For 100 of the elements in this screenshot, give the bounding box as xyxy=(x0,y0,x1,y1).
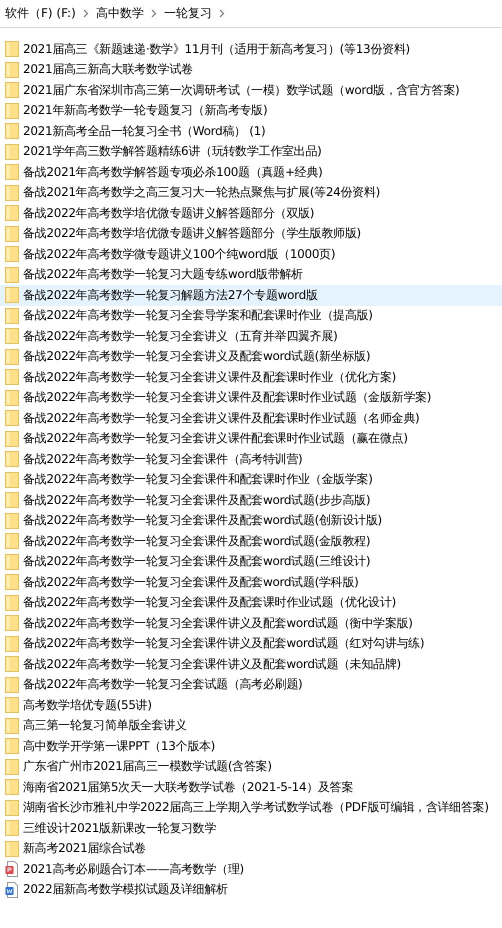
file-row[interactable]: 备战2022年高考数学微专题讲义100个纯word版（1000页) xyxy=(0,244,502,264)
file-row[interactable]: 2021年新高考数学一轮专题复习（新高考专版) xyxy=(0,100,502,121)
breadcrumb-item[interactable]: 高中数学 xyxy=(92,5,147,22)
chevron-icon[interactable] xyxy=(150,9,157,18)
file-row[interactable]: 广东省广州市2021届高三一模数学试题(含答案) xyxy=(0,756,502,777)
file-name: 2021年新高考数学一轮专题复习（新高考专版) xyxy=(23,102,268,120)
file-row[interactable]: 备战2022年高考数学一轮复习全套课件及配套word试题(创新设计版) xyxy=(0,510,502,531)
folder-icon xyxy=(5,574,19,590)
file-name: 备战2022年高考数学一轮复习全套课件和配套课时作业（金版学案) xyxy=(23,471,373,488)
file-row[interactable]: 2021届高三《新题速递·数学》11月刊（适用于新高考复习）(等13份资料) xyxy=(0,39,502,60)
file-row[interactable]: 备战2022年高考数学一轮复习全套课件讲义及配套word试题（未知品牌) xyxy=(0,654,502,674)
folder-icon xyxy=(5,840,19,857)
file-name: 备战2022年高考数学一轮复习全套课件讲义及配套word试题（未知品牌) xyxy=(23,656,401,673)
file-name: 备战2022年高考数学一轮复习全套课件（高考特训营) xyxy=(23,450,302,468)
file-row[interactable]: 高中数学开学第一课PPT（13个版本) xyxy=(0,736,502,756)
file-row[interactable]: 备战2022年高考数学培优微专题讲义解答题部分（双版) xyxy=(0,203,502,224)
folder-icon xyxy=(5,226,19,242)
file-name: 备战2022年高考数学一轮复习全套导学案和配套课时作业（提高版) xyxy=(23,307,373,324)
folder-icon xyxy=(5,676,19,693)
file-name: 备战2022年高考数学一轮复习全套试题（高考必刷题) xyxy=(23,676,302,694)
file-row[interactable]: 备战2022年高考数学一轮复习全套课件讲义及配套word试题（红对勾讲与练) xyxy=(0,634,502,654)
file-row[interactable]: 备战2022年高考数学一轮复习全套讲义课件及配套课时作业试题（名师金典) xyxy=(0,408,502,428)
pdf-document-icon xyxy=(5,861,19,878)
file-row[interactable]: 备战2022年高考数学一轮复习全套课件及配套word试题(步步高版) xyxy=(0,490,502,510)
file-name: 备战2022年高考数学一轮复习全套课件及配套课时作业试题（优化设计) xyxy=(23,594,396,612)
file-row[interactable]: 新高考2021届综合试卷 xyxy=(0,838,502,859)
file-row[interactable]: 备战2022年高考数学一轮复习全套讲义（五育并举四翼齐展) xyxy=(0,326,502,346)
folder-icon xyxy=(5,348,19,365)
file-row[interactable]: 备战2022年高考数学一轮复习全套课件及配套word试题(学科版) xyxy=(0,572,502,592)
file-row[interactable]: 备战2022年高考数学一轮复习全套课件和配套课时作业（金版学案) xyxy=(0,470,502,490)
file-row[interactable]: 海南省2021届第5次天一大联考数学试卷（2021-5-14）及答案 xyxy=(0,777,502,798)
file-row[interactable]: 备战2022年高考数学一轮复习全套讲义课件配套课时作业试题（赢在微点) xyxy=(0,428,502,449)
file-row[interactable]: 备战2022年高考数学一轮复习全套讲义课件及配套课时作业试题（金版新学案) xyxy=(0,388,502,408)
file-row[interactable]: 备战2022年高考数学一轮复习全套课件及配套课时作业试题（优化设计) xyxy=(0,592,502,613)
breadcrumb-item[interactable]: 一轮复习 xyxy=(160,5,215,22)
file-row[interactable]: 2021学年高三数学解答题精练6讲（玩转数学工作室出品) xyxy=(0,142,502,162)
folder-icon xyxy=(5,308,19,324)
folder-icon xyxy=(5,328,19,344)
selected-file-row[interactable]: 备战2022年高考数学一轮复习解题方法27个专题word版 xyxy=(0,285,502,306)
file-row[interactable]: 备战2022年高考数学一轮复习大题专练word版带解析 xyxy=(0,264,502,285)
file-row[interactable]: 备战2022年高考数学一轮复习全套讲义及配套word试题(新坐标版) xyxy=(0,346,502,367)
file-name: 备战2022年高考数学一轮复习全套课件及配套word试题(三维设计) xyxy=(23,553,370,570)
file-row[interactable]: 2021届高三新高大联考数学试卷 xyxy=(0,60,502,80)
file-name: 备战2022年高考数学一轮复习全套讲义课件及配套课时作业试题（金版新学案) xyxy=(23,389,432,406)
file-name: 备战2022年高考数学一轮复习大题专练word版带解析 xyxy=(23,266,303,284)
file-row[interactable]: 2022届新高考数学模拟试题及详细解析 xyxy=(0,880,502,900)
file-name: 2021届高三新高大联考数学试卷 xyxy=(23,61,193,78)
file-name: 备战2022年高考数学一轮复习全套课件及配套word试题(步步高版) xyxy=(23,492,370,509)
file-row[interactable]: 高三第一轮复习简单版全套讲义 xyxy=(0,716,502,736)
folder-icon xyxy=(5,758,19,775)
file-name: 2021学年高三数学解答题精练6讲（玩转数学工作室出品) xyxy=(23,143,322,160)
folder-icon xyxy=(5,144,19,160)
file-row[interactable]: 湖南省长沙市雅礼中学2022届高三上学期入学考试数学试卷（PDF版可编辑，含详细答案) xyxy=(0,798,502,818)
folder-icon xyxy=(5,62,19,78)
folder-icon xyxy=(5,82,19,98)
folder-icon xyxy=(5,738,19,754)
file-name: 2021届高三《新题速递·数学》11月刊（适用于新高考复习）(等13份资料) xyxy=(23,40,410,58)
file-name: 备战2022年高考数学一轮复习全套讲义课件配套课时作业试题（赢在微点) xyxy=(23,430,408,448)
file-name: 备战2022年高考数学一轮复习解题方法27个专题word版 xyxy=(23,286,318,304)
file-row[interactable]: 备战2022年高考数学一轮复习全套课件及配套word试题(金版教程) xyxy=(0,531,502,552)
file-row[interactable]: 备战2022年高考数学一轮复习全套课件讲义及配套word试题（衡中学案版) xyxy=(0,613,502,634)
file-row[interactable]: 备战2022年高考数学一轮复习全套讲义课件及配套课时作业（优化方案) xyxy=(0,367,502,388)
folder-icon xyxy=(5,472,19,488)
file-name: 广东省广州市2021届高三一模数学试题(含答案) xyxy=(23,758,272,776)
folder-icon xyxy=(5,205,19,222)
file-name: 备战2022年高考数学一轮复习全套讲义（五育并举四翼齐展) xyxy=(23,328,338,345)
folder-icon xyxy=(5,184,19,201)
folder-icon xyxy=(5,779,19,796)
file-name: 备战2022年高考数学一轮复习全套讲义课件及配套课时作业试题（名师金典) xyxy=(23,410,420,427)
file-row[interactable]: 三维设计2021版新课改一轮复习数学 xyxy=(0,818,502,838)
file-name: 海南省2021届第5次天一大联考数学试卷（2021-5-14）及答案 xyxy=(23,778,354,796)
file-name: 三维设计2021版新课改一轮复习数学 xyxy=(23,820,216,837)
folder-icon xyxy=(5,164,19,180)
folder-icon xyxy=(5,390,19,406)
file-row[interactable]: 备战2022年高考数学培优微专题讲义解答题部分（学生版教师版) xyxy=(0,224,502,244)
folder-icon xyxy=(5,246,19,262)
file-row[interactable]: 2021高考必刷题合订本——高考数学（理) xyxy=(0,859,502,880)
file-row[interactable]: 2021新高考全品一轮复习全书（Word稿） (1) xyxy=(0,121,502,142)
chevron-icon[interactable] xyxy=(218,9,225,18)
folder-icon xyxy=(5,287,19,304)
folder-icon xyxy=(5,430,19,447)
file-row[interactable]: 备战2022年高考数学一轮复习全套课件及配套word试题(三维设计) xyxy=(0,552,502,572)
file-name: 2021新高考全品一轮复习全书（Word稿） (1) xyxy=(23,122,266,140)
breadcrumb-item[interactable]: 软件（F) (F:) xyxy=(2,5,79,22)
folder-icon xyxy=(5,697,19,714)
folder-icon xyxy=(5,554,19,570)
file-row[interactable]: 备战2021年高考数学之高三复习大一轮热点聚焦与扩展(等24份资料) xyxy=(0,182,502,203)
chevron-icon[interactable] xyxy=(82,9,89,18)
file-name: 备战2021年高考数学解答题专项必杀100题（真题+经典) xyxy=(23,164,322,181)
file-row[interactable]: 备战2022年高考数学一轮复习全套试题（高考必刷题) xyxy=(0,674,502,695)
folder-icon xyxy=(5,266,19,283)
file-row[interactable]: 备战2022年高考数学一轮复习全套导学案和配套课时作业（提高版) xyxy=(0,306,502,326)
folder-icon xyxy=(5,656,19,672)
file-name: 高三第一轮复习简单版全套讲义 xyxy=(23,717,187,734)
file-row[interactable]: 2021届广东省深圳市高三第一次调研考试（一模）数学试题（word版，含官方答案) xyxy=(0,80,502,100)
file-row[interactable]: 高考数学培优专题(55讲) xyxy=(0,695,502,716)
file-name: 湖南省长沙市雅礼中学2022届高三上学期入学考试数学试卷（PDF版可编辑，含详细答案) xyxy=(23,799,489,816)
file-row[interactable]: 备战2022年高考数学一轮复习全套课件（高考特训营) xyxy=(0,449,502,470)
folder-icon xyxy=(5,615,19,632)
file-row[interactable]: 备战2021年高考数学解答题专项必杀100题（真题+经典) xyxy=(0,162,502,182)
